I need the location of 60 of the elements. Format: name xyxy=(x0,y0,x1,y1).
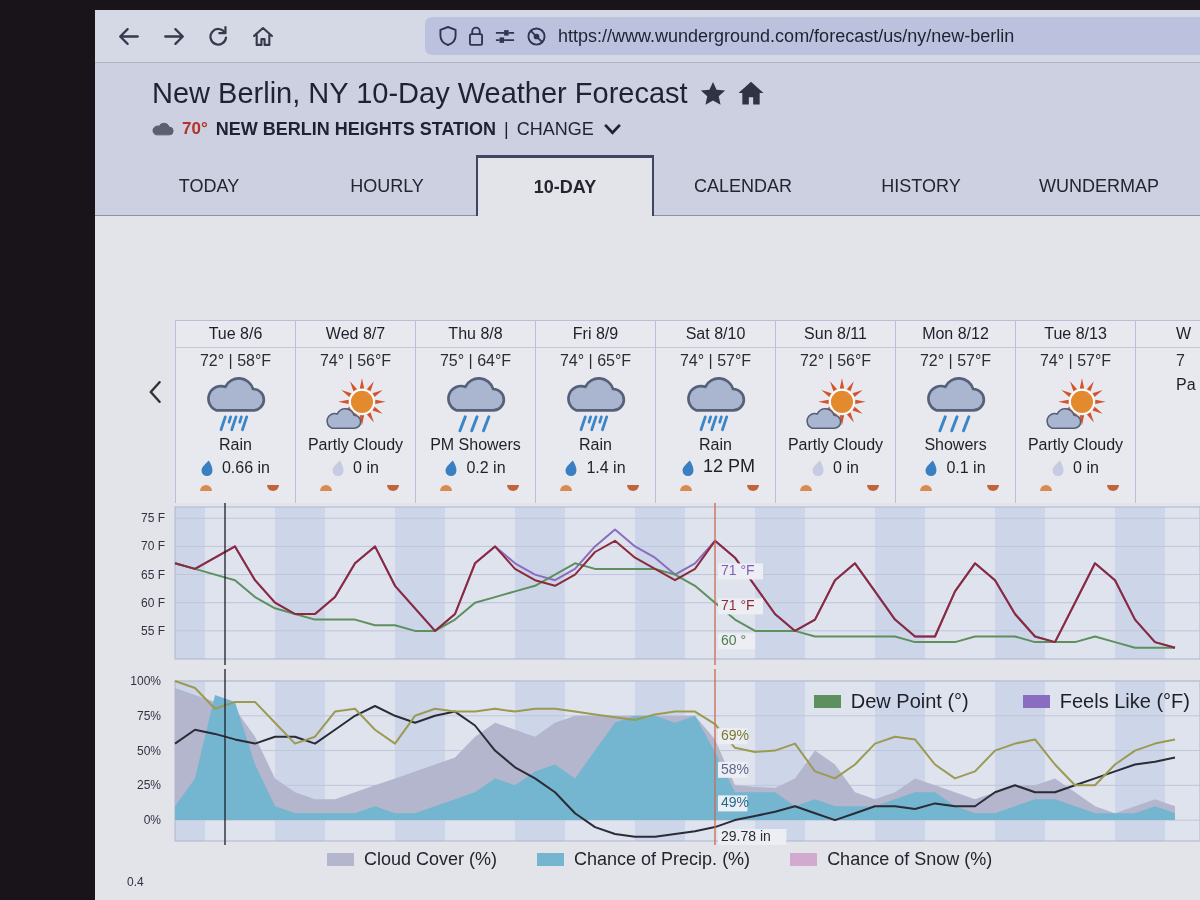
condition-text: Partly Cloudy xyxy=(307,436,404,454)
temperature-range: 7 xyxy=(1176,352,1185,370)
separator-text: | xyxy=(504,118,509,140)
axis-label: 60 F xyxy=(141,595,165,610)
temperature-range: 74° | 56°F xyxy=(319,352,392,370)
reading-label: 29.78 in xyxy=(721,828,771,844)
legend-label: Cloud Cover (%) xyxy=(364,848,498,870)
precip-amount: 0.1 in xyxy=(946,459,986,477)
axis-label: 75% xyxy=(136,708,161,723)
axis-label: 65 F xyxy=(141,567,165,582)
legend-label: Feels Like (°F) xyxy=(1059,690,1190,713)
axis-label: 55 F xyxy=(141,623,165,638)
legend-label: Chance of Precip. (%) xyxy=(574,848,751,870)
legend-label: Chance of Snow (%) xyxy=(827,848,993,870)
day-date: Sun 8/11 xyxy=(804,325,867,343)
reading-label: 71 °F xyxy=(721,562,755,579)
day-date: Mon 8/12 xyxy=(922,325,989,343)
temperature-range: 72° | 57°F xyxy=(919,352,992,370)
temperature-range: 72° | 58°F xyxy=(199,352,272,370)
reading-label: 69% xyxy=(721,727,750,744)
axis-label: 0% xyxy=(143,813,161,828)
reading-label: 71 °F xyxy=(721,597,755,614)
legend-label: Dew Point (°) xyxy=(850,690,969,713)
axis-label: 50% xyxy=(136,743,161,758)
temperature-range: 74° | 65°F xyxy=(559,352,632,370)
condition-text: Rain xyxy=(579,436,612,454)
temperature-range: 75° | 64°F xyxy=(439,352,512,370)
condition-text: Partly Cloudy xyxy=(1027,436,1124,454)
day-date: W xyxy=(1176,325,1192,343)
reading-label: 58% xyxy=(721,760,750,777)
condition-text: Showers xyxy=(924,436,987,454)
current-temperature: 70° xyxy=(182,119,208,139)
axis-label: 25% xyxy=(136,778,161,793)
temperature-range: 74° | 57°F xyxy=(679,352,752,370)
station-name: NEW BERLIN HEIGHTS STATION xyxy=(215,118,497,140)
condition-text: PM Showers xyxy=(430,436,521,454)
day-date: Tue 8/13 xyxy=(1044,325,1107,343)
precip-amount: 0 in xyxy=(353,459,379,477)
day-date: Wed 8/7 xyxy=(325,325,386,343)
temperature-range: 72° | 56°F xyxy=(799,352,872,370)
day-date: Fri 8/9 xyxy=(572,325,619,343)
condition-text: Rain xyxy=(699,436,732,454)
day-date: Tue 8/6 xyxy=(208,325,263,343)
axis-label: 75 F xyxy=(141,511,165,526)
page-title: New Berlin, NY 10-Day Weather Forecast xyxy=(152,76,688,110)
axis-label: 70 F xyxy=(141,539,165,554)
condition-text: Pa xyxy=(1176,376,1196,394)
day-date: Sat 8/10 xyxy=(685,325,746,343)
day-date: Thu 8/8 xyxy=(448,325,503,343)
temperature-range: 74° | 57°F xyxy=(1039,352,1112,370)
precip-amount: 0 in xyxy=(1073,459,1099,477)
precip-amount: 0.2 in xyxy=(466,459,506,477)
precip-amount: 1.4 in xyxy=(586,459,626,477)
reading-label: 60 ° xyxy=(721,632,747,649)
axis-label: 100% xyxy=(130,674,161,688)
condition-text: Partly Cloudy xyxy=(787,436,884,454)
condition-text: Rain xyxy=(219,436,252,454)
precip-amount: 0.66 in xyxy=(221,459,270,477)
precip-amount: 0 in xyxy=(833,459,859,477)
axis-label: 0.4 xyxy=(127,875,144,889)
